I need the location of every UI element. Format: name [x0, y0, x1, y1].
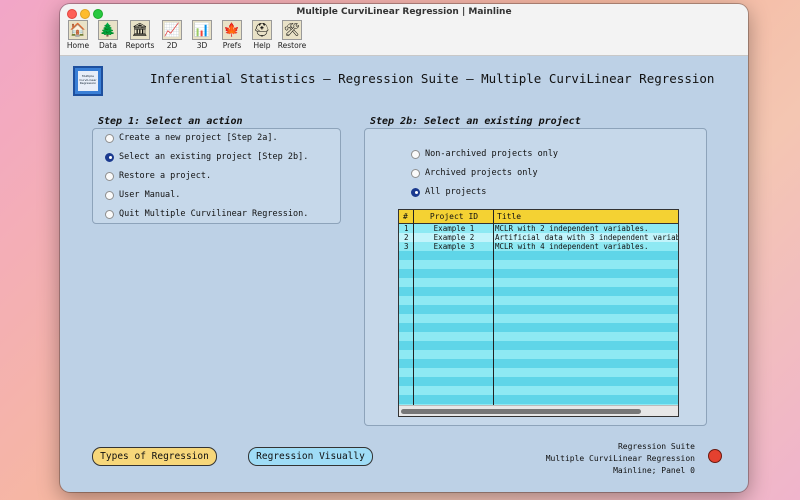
- status-module: Multiple CurviLinear Regression: [545, 454, 695, 463]
- table-row[interactable]: 2 Example 2 Artificial data with 3 indep…: [399, 233, 678, 242]
- row-number: 1: [404, 224, 409, 233]
- row-title: MCLR with 4 independent variables.: [495, 242, 649, 251]
- action-select-project-label: Select an existing project [Step 2b].: [119, 152, 309, 162]
- types-of-regression-button[interactable]: Types of Regression: [92, 447, 217, 466]
- window-title: Multiple CurviLinear Regression | Mainli…: [296, 7, 512, 17]
- action-restore-project[interactable]: Restore a project.: [105, 171, 211, 181]
- table-row[interactable]: 3 Example 3 MCLR with 4 independent vari…: [399, 242, 678, 251]
- row-number: 2: [404, 233, 409, 242]
- building-icon: 🏛: [130, 20, 150, 40]
- tree-icon: 🌲: [98, 20, 118, 40]
- app-logo: Multiple CurviLinear Regression: [73, 66, 103, 96]
- filter-non-archived-label: Non-archived projects only: [425, 149, 559, 159]
- action-create-project-label: Create a new project [Step 2a].: [119, 133, 278, 143]
- toolbar: 🏠 Home 🌲 Data 🏛 Reports 📈 2D 📊 3D 🍁 Pref…: [64, 20, 308, 56]
- toolbar-help-button[interactable]: ⛑ Help: [248, 20, 276, 56]
- row-title: MCLR with 2 independent variables.: [495, 224, 649, 233]
- scrollbar-thumb[interactable]: [401, 409, 641, 414]
- radio-create-project[interactable]: [105, 133, 114, 143]
- action-select-project[interactable]: Select an existing project [Step 2b].: [105, 152, 308, 162]
- page-title: Inferential Statistics — Regression Suit…: [150, 71, 715, 86]
- row-project-id: Example 3: [433, 242, 475, 251]
- table-body: 1 Example 1 MCLR with 2 independent vari…: [399, 224, 678, 406]
- toolbar-home-button[interactable]: 🏠 Home: [64, 20, 92, 56]
- toolbar-restore-label: Restore: [277, 41, 307, 50]
- status-indicator: [708, 449, 722, 463]
- action-quit[interactable]: Quit Multiple Curvilinear Regression.: [105, 209, 308, 219]
- toolbar-data-label: Data: [99, 41, 117, 50]
- helmet-icon: ⛑: [252, 20, 272, 40]
- filter-non-archived[interactable]: Non-archived projects only: [411, 149, 558, 159]
- radio-archived[interactable]: [411, 168, 420, 178]
- status-panel: Regression Suite Multiple CurviLinear Re…: [546, 441, 695, 477]
- radio-non-archived[interactable]: [411, 149, 420, 159]
- projects-table[interactable]: # Project ID Title 1 Example 1 MCLR with…: [398, 209, 679, 417]
- step2b-title: Step 2b: Select an existing project: [370, 116, 581, 127]
- action-user-manual[interactable]: User Manual.: [105, 190, 180, 200]
- title-bar: Multiple CurviLinear Regression | Mainli…: [60, 4, 748, 56]
- home-icon: 🏠: [68, 20, 88, 40]
- row-project-id: Example 2: [433, 233, 475, 242]
- column-header-number[interactable]: #: [403, 210, 408, 223]
- filter-all[interactable]: All projects: [411, 187, 486, 197]
- column-divider: [493, 210, 494, 406]
- radio-select-project[interactable]: [105, 152, 114, 162]
- line-chart-icon: 📈: [162, 20, 182, 40]
- toolbar-help-label: Help: [253, 41, 271, 50]
- action-create-project[interactable]: Create a new project [Step 2a].: [105, 133, 278, 143]
- toolbar-prefs-button[interactable]: 🍁 Prefs: [218, 20, 246, 56]
- row-title: Artificial data with 3 independent varia…: [495, 233, 679, 242]
- radio-all[interactable]: [411, 187, 420, 197]
- leaf-icon: 🍁: [222, 20, 242, 40]
- toolbar-prefs-label: Prefs: [222, 41, 242, 50]
- toolbar-2d-button[interactable]: 📈 2D: [158, 20, 186, 56]
- status-panel-info: Mainline; Panel 0: [613, 466, 695, 475]
- filter-archived-label: Archived projects only: [425, 168, 538, 178]
- toolbar-restore-button[interactable]: 🛠 Restore: [278, 20, 306, 56]
- action-quit-label: Quit Multiple Curvilinear Regression.: [119, 209, 309, 219]
- toolbar-2d-label: 2D: [166, 41, 178, 50]
- column-header-project-id[interactable]: Project ID: [415, 210, 493, 223]
- toolbar-home-label: Home: [66, 41, 90, 50]
- regression-visually-button[interactable]: Regression Visually: [248, 447, 373, 466]
- row-number: 3: [404, 242, 409, 251]
- row-project-id: Example 1: [433, 224, 475, 233]
- status-suite: Regression Suite: [617, 442, 695, 451]
- table-header: # Project ID Title: [399, 210, 678, 224]
- toolbar-reports-button[interactable]: 🏛 Reports: [124, 20, 156, 56]
- table-row[interactable]: 1 Example 1 MCLR with 2 independent vari…: [399, 224, 678, 233]
- column-header-title[interactable]: Title: [497, 210, 521, 223]
- app-window: Multiple CurviLinear Regression | Mainli…: [60, 4, 748, 492]
- step1-title: Step 1: Select an action: [98, 116, 243, 127]
- toolbar-3d-label: 3D: [196, 41, 208, 50]
- radio-quit[interactable]: [105, 209, 114, 219]
- filter-all-label: All projects: [425, 187, 487, 197]
- action-restore-project-label: Restore a project.: [119, 171, 212, 181]
- toolbar-3d-button[interactable]: 📊 3D: [188, 20, 216, 56]
- filter-archived[interactable]: Archived projects only: [411, 168, 538, 178]
- action-user-manual-label: User Manual.: [119, 190, 181, 200]
- toolbar-reports-label: Reports: [125, 41, 155, 50]
- tools-icon: 🛠: [282, 20, 302, 40]
- horizontal-scrollbar[interactable]: [399, 405, 678, 416]
- radio-restore-project[interactable]: [105, 171, 114, 181]
- bar-chart-icon: 📊: [192, 20, 212, 40]
- app-logo-text: Multiple CurviLinear Regression: [78, 71, 98, 91]
- toolbar-data-button[interactable]: 🌲 Data: [94, 20, 122, 56]
- radio-user-manual[interactable]: [105, 190, 114, 200]
- column-divider: [413, 210, 414, 406]
